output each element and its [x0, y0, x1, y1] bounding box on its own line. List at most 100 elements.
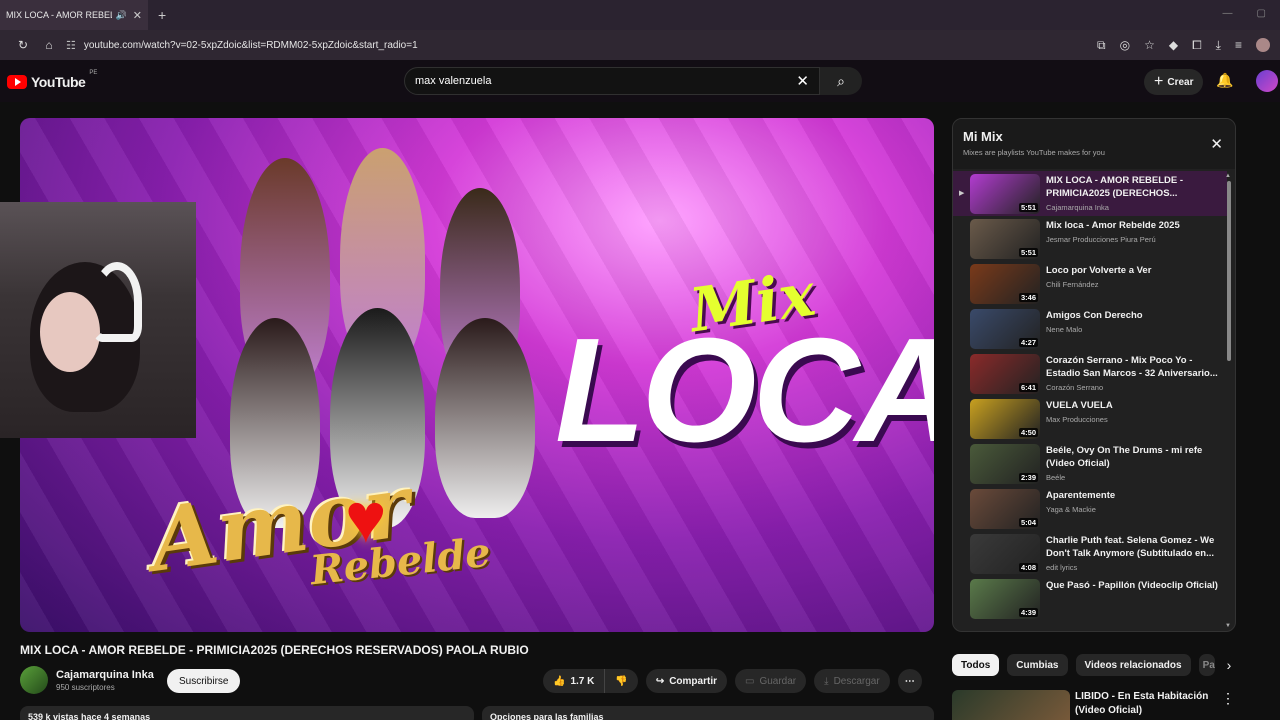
close-mix-icon[interactable]: ✕	[1210, 135, 1223, 153]
mix-item-thumbnail[interactable]: 2:39	[970, 444, 1040, 484]
mix-item-thumbnail[interactable]: 4:27	[970, 309, 1040, 349]
search-icon: ⌕	[837, 72, 845, 89]
recommended-video[interactable]: LIBIDO - En Esta Habitación (Video Ofici…	[952, 690, 1235, 720]
mix-item-thumbnail[interactable]: 3:46	[970, 264, 1040, 304]
mix-item[interactable]: 6:41 Corazón Serrano - Mix Poco Yo - Esta…	[953, 351, 1227, 396]
close-tab-icon[interactable]: ✕	[133, 9, 142, 22]
chevron-right-icon[interactable]: ›	[1227, 657, 1232, 673]
reload-icon[interactable]: ↻	[10, 38, 36, 52]
minimize-icon[interactable]: —	[1223, 8, 1233, 19]
maximize-icon[interactable]: ▢	[1257, 8, 1266, 19]
download-icon[interactable]: ⤓	[1216, 38, 1221, 53]
cast-icon[interactable]: ⧉	[1097, 38, 1106, 53]
home-icon[interactable]: ⌂	[36, 38, 62, 52]
mix-item[interactable]: 4:50 VUELA VUELA Max Producciones	[953, 396, 1227, 441]
user-avatar[interactable]	[1256, 70, 1278, 92]
mix-item[interactable]: 4:08 Charlie Puth feat. Selena Gomez - We…	[953, 531, 1227, 576]
search-button[interactable]: ⌕	[820, 67, 862, 95]
extension-gem-icon[interactable]: ◆	[1169, 38, 1178, 53]
mix-item[interactable]: 5:04 Aparentemente Yaga & Mackie	[953, 486, 1227, 531]
recommended-thumbnail[interactable]	[952, 690, 1070, 720]
channel-avatar[interactable]	[20, 666, 48, 694]
youtube-header: YouTube PE ✕ ⌕ + Crear 🔔	[0, 60, 1280, 102]
mix-item-title: Charlie Puth feat. Selena Gomez - We Don…	[1046, 535, 1215, 559]
mix-item[interactable]: 4:27 Amigos Con Derecho Nene Malo	[953, 306, 1227, 351]
url-text: youtube.com/watch?v=02-5xpZdoic&list=RDM…	[83, 39, 418, 51]
share-label: Compartir	[669, 675, 717, 687]
tab-title: MIX LOCA - AMOR REBELDE	[6, 10, 112, 20]
mix-item-channel: edit lyrics	[1046, 563, 1078, 572]
reading-list-icon[interactable]: ≡	[1235, 38, 1242, 53]
subscribe-button[interactable]: Suscribirse	[167, 669, 241, 693]
eye-off-icon[interactable]: ◎	[1120, 38, 1130, 53]
filter-chips: Todos Cumbias Videos relacionados Pa ›	[952, 654, 1231, 676]
more-actions-button[interactable]: ⋯	[897, 669, 922, 693]
channel-info: Cajamarquina Inka 950 suscriptores	[20, 666, 154, 694]
scroll-down-icon[interactable]: ▼	[1225, 623, 1231, 629]
download-label: Descargar	[833, 675, 880, 687]
mix-item-title: Mix loca - Amor Rebelde 2025	[1046, 220, 1180, 231]
like-count: 1.7 K	[570, 675, 595, 687]
chip-cumbias[interactable]: Cumbias	[1007, 654, 1068, 676]
mix-item-thumbnail[interactable]: 5:51	[970, 219, 1040, 259]
create-button[interactable]: + Crear	[1144, 69, 1204, 95]
site-info-icon[interactable]: ☷	[66, 39, 76, 52]
mix-item-title: MIX LOCA - AMOR REBELDE - PRIMICIA2025 (…	[1046, 175, 1184, 199]
more-vertical-icon[interactable]: ⋮	[1221, 690, 1235, 720]
now-playing-icon: ▶	[959, 190, 965, 197]
mix-item-channel: Corazón Serrano	[1046, 383, 1104, 392]
clear-search-icon[interactable]: ✕	[796, 72, 809, 90]
thumbs-down-icon: 👎	[615, 675, 628, 687]
create-label: Crear	[1167, 76, 1194, 88]
url-field[interactable]: ☷ youtube.com/watch?v=02-5xpZdoic&list=R…	[66, 39, 1097, 52]
share-button[interactable]: ↪ Compartir	[645, 669, 727, 693]
mix-item[interactable]: 5:51 Mix loca - Amor Rebelde 2025 Jesmar P…	[953, 216, 1227, 261]
duration-badge: 5:51	[1018, 248, 1038, 257]
speaker-icon[interactable]: 🔊	[116, 10, 127, 21]
youtube-logo[interactable]: YouTube PE	[7, 70, 97, 90]
mix-scrollbar[interactable]	[1227, 177, 1231, 627]
plus-icon: +	[1154, 73, 1164, 90]
like-dislike-group: 👍 1.7 K 👎	[543, 669, 638, 693]
mix-item[interactable]: 3:46 Loco por Volverte a Ver Chili Fernánd…	[953, 261, 1227, 306]
mix-list: ▶ 5:51 MIX LOCA - AMOR REBELDE - PRIMICIA2…	[953, 171, 1227, 621]
profile-avatar[interactable]	[1256, 37, 1270, 52]
save-label: Guardar	[759, 675, 797, 687]
star-icon[interactable]: ☆	[1144, 38, 1155, 53]
download-button[interactable]: ⤓ Descargar	[814, 669, 890, 693]
mix-item-thumbnail[interactable]: 4:39	[970, 579, 1040, 619]
channel-name[interactable]: Cajamarquina Inka	[56, 669, 154, 681]
scrollbar-thumb[interactable]	[1227, 181, 1231, 361]
notifications-bell-icon[interactable]: 🔔	[1216, 72, 1233, 89]
recommended-title[interactable]: LIBIDO - En Esta Habitación (Video Ofici…	[1075, 690, 1215, 720]
duration-badge: 5:51	[1018, 203, 1038, 212]
description-box[interactable]: 539 k vistas hace 4 semanas	[20, 706, 474, 720]
mix-item[interactable]: 2:39 Beéle, Ovy On The Drums - mi refe (V…	[953, 441, 1227, 486]
mix-item-channel: Cajamarquina Inka	[1046, 203, 1109, 212]
mix-item[interactable]: 4:39 Que Pasó - Papillón (Videoclip Ofici…	[953, 576, 1227, 621]
mix-item-thumbnail[interactable]: 4:08	[970, 534, 1040, 574]
duration-badge: 4:08	[1018, 563, 1038, 572]
mix-item-thumbnail[interactable]: 4:50	[970, 399, 1040, 439]
mix-item-title: Amigos Con Derecho	[1046, 310, 1143, 321]
extensions-icon[interactable]: ⧠	[1192, 38, 1202, 53]
thumbs-up-icon: 👍	[553, 675, 566, 687]
window-controls: — ▢	[1223, 8, 1266, 19]
browser-tab[interactable]: MIX LOCA - AMOR REBELDE 🔊 ✕	[0, 0, 148, 30]
search-input[interactable]	[415, 75, 797, 87]
chip-todos[interactable]: Todos	[952, 654, 1000, 676]
mix-item-channel: Chili Fernández	[1046, 280, 1099, 289]
family-options-box[interactable]: Opciones para las familias	[482, 706, 934, 720]
mix-item-thumbnail[interactable]: 6:41	[970, 354, 1040, 394]
save-button[interactable]: ▭ Guardar	[735, 669, 807, 693]
mix-item-thumbnail[interactable]: 5:04	[970, 489, 1040, 529]
mix-item-thumbnail[interactable]: 5:51	[970, 174, 1040, 214]
new-tab-button[interactable]: +	[158, 7, 166, 23]
like-button[interactable]: 👍 1.7 K	[543, 669, 605, 693]
dislike-button[interactable]: 👎	[605, 669, 638, 693]
chip-related-videos[interactable]: Videos relacionados	[1075, 654, 1191, 676]
download-icon: ⤓	[824, 675, 829, 687]
mix-subtitle: Mixes are playlists YouTube makes for yo…	[963, 148, 1105, 157]
mix-item[interactable]: ▶ 5:51 MIX LOCA - AMOR REBELDE - PRIMICIA2…	[953, 171, 1227, 216]
chip-partial[interactable]: Pa	[1198, 654, 1215, 676]
